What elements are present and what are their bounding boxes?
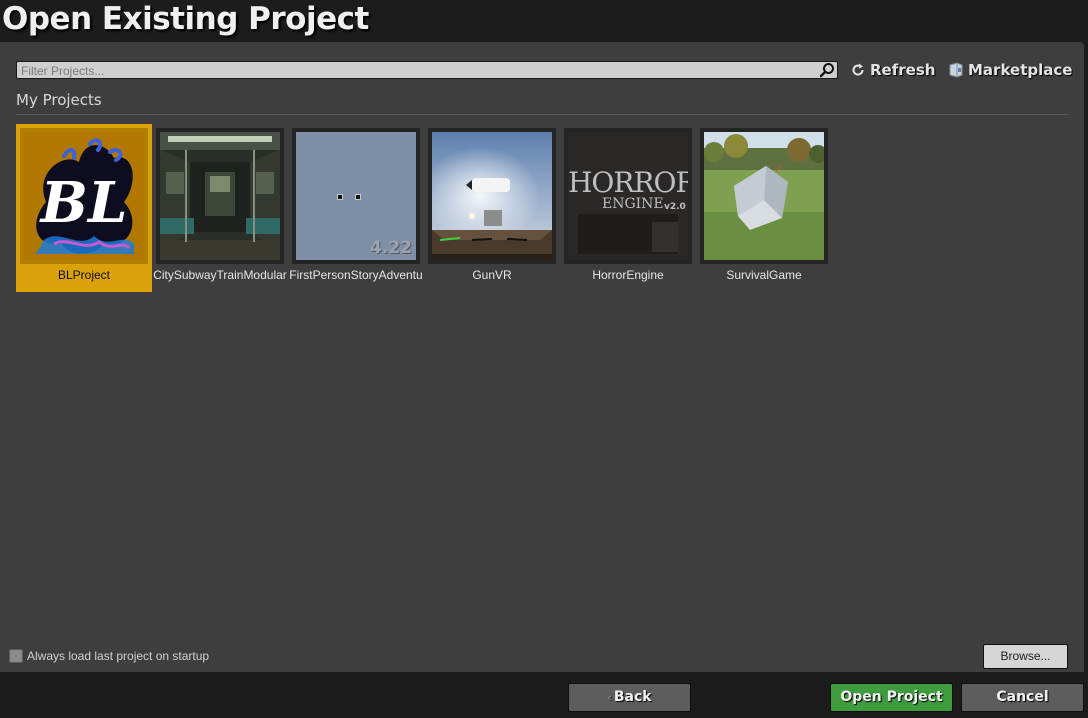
always-load-checkbox[interactable]	[9, 649, 23, 663]
project-tile-gunvr[interactable]: GunVR	[424, 124, 560, 292]
project-thumbnail-frame	[156, 128, 284, 264]
blproject-logo-image: BL	[24, 132, 144, 260]
firstperson-thumbnail: 4.22	[296, 132, 416, 260]
back-button[interactable]: ‹ Back	[568, 683, 691, 712]
section-divider	[16, 114, 1068, 115]
refresh-label: Refresh	[870, 61, 936, 79]
refresh-icon	[852, 63, 864, 76]
search-icon[interactable]	[819, 62, 835, 78]
horror-logo-subtitle: ENGINE	[602, 196, 664, 212]
open-project-button[interactable]: Open Project	[830, 683, 953, 712]
citysubway-thumbnail	[160, 132, 280, 260]
project-tile-blproject[interactable]: BL BLProject	[16, 124, 152, 292]
back-label: Back	[613, 689, 652, 705]
survivalgame-thumbnail	[704, 132, 824, 260]
project-tile-firstpersonstoryadventu[interactable]: 4.22 FirstPersonStoryAdventu	[288, 124, 424, 292]
engine-version-badge: 4.22	[370, 238, 412, 258]
blproject-thumbnail: BL	[24, 132, 144, 260]
always-load-label: Always load last project on startup	[27, 649, 210, 663]
filter-projects-box[interactable]	[16, 61, 838, 79]
blproject-logo-text: BL	[39, 170, 128, 236]
project-thumbnail-frame: 4.22	[292, 128, 420, 264]
project-tile-survivalgame[interactable]: SurvivalGame	[696, 124, 832, 292]
refresh-button[interactable]: Refresh	[850, 59, 935, 81]
project-name: GunVR	[472, 268, 512, 282]
crosshair-dot-left	[337, 194, 343, 200]
marketplace-icon	[949, 62, 963, 78]
cancel-button[interactable]: Cancel	[961, 683, 1084, 712]
project-name: SurvivalGame	[726, 268, 802, 282]
window-title: Open Existing Project	[2, 1, 369, 37]
project-tile-citysubwaytrainmodular[interactable]: CitySubwayTrainModular	[152, 124, 288, 292]
project-name: CitySubwayTrainModular	[153, 268, 287, 282]
project-thumbnail-frame: BL	[20, 128, 148, 264]
horror-logo-title: HORROR	[568, 166, 688, 199]
gunvr-thumbnail	[432, 132, 552, 260]
project-thumbnail-frame: HORROR ENGINE v2.0	[564, 128, 692, 264]
project-name: FirstPersonStoryAdventu	[289, 268, 423, 282]
vr-room-image	[432, 132, 552, 260]
project-name: HorrorEngine	[592, 268, 664, 282]
crosshair-dot-right	[355, 194, 361, 200]
project-thumbnail-frame	[700, 128, 828, 264]
browse-button[interactable]: Browse...	[983, 644, 1068, 669]
project-tile-horrorengine[interactable]: HORROR ENGINE v2.0 HorrorEngine	[560, 124, 696, 292]
marketplace-label: Marketplace	[968, 61, 1073, 79]
always-load-option[interactable]: Always load last project on startup	[9, 649, 209, 663]
project-thumbnail-frame	[428, 128, 556, 264]
project-name: BLProject	[57, 268, 111, 282]
my-projects-heading: My Projects	[16, 91, 102, 109]
horror-logo-version: v2.0	[664, 202, 686, 212]
filter-projects-input[interactable]	[17, 63, 811, 79]
chevron-left-icon: ‹	[607, 691, 612, 704]
marketplace-button[interactable]: Marketplace	[948, 59, 1072, 81]
subway-interior-image	[160, 132, 280, 260]
survival-scene-image	[704, 132, 824, 260]
horrorengine-thumbnail: HORROR ENGINE v2.0	[568, 132, 688, 260]
